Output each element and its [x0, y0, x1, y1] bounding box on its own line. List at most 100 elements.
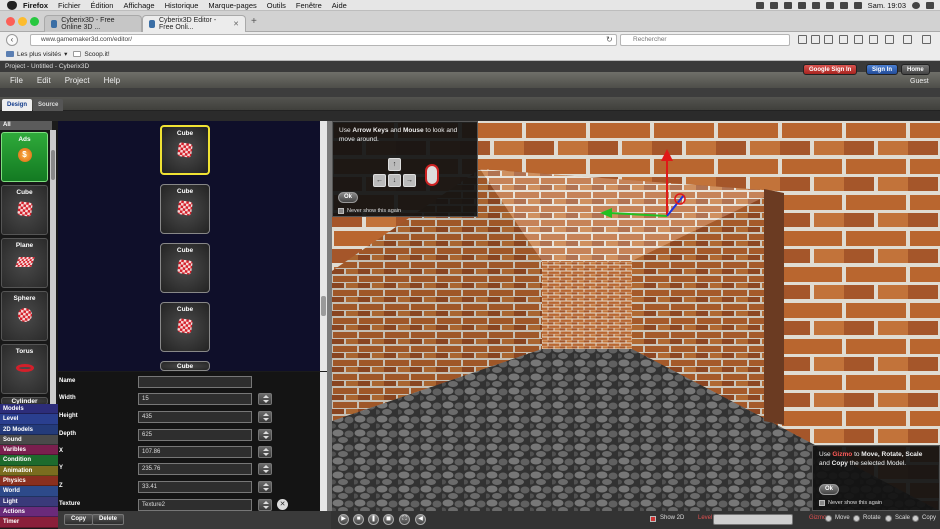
status-icon[interactable]	[783, 1, 792, 9]
clock[interactable]: Sam. 19:03	[868, 1, 906, 10]
gizmo-copy-radio[interactable]	[912, 515, 919, 522]
url-bar[interactable]: www.gamemaker3d.com/editor/	[30, 34, 617, 46]
close-tab-icon[interactable]: ✕	[233, 20, 239, 28]
palette-item-cube[interactable]: Cube	[1, 185, 48, 235]
model-card[interactable]: Cube	[160, 184, 210, 234]
palette-all-label[interactable]: All	[0, 121, 52, 130]
property-width-input[interactable]: 15	[138, 393, 252, 405]
pause-icon[interactable]: ❚	[368, 514, 379, 525]
status-icon[interactable]	[797, 1, 806, 9]
sound-icon[interactable]: ◀	[415, 514, 426, 525]
property-y-input[interactable]: 235.76	[138, 463, 252, 475]
property-depth-input[interactable]: 625	[138, 429, 252, 441]
menu-icon[interactable]	[922, 35, 931, 44]
menu-fichier[interactable]: Fichier	[58, 1, 81, 10]
camera-icon[interactable]: ◼	[383, 514, 394, 525]
tab-source[interactable]: Source	[33, 99, 64, 111]
apple-icon[interactable]	[7, 0, 17, 10]
gizmo-rotate-radio[interactable]	[853, 515, 860, 522]
property-x-input[interactable]: 107.86	[138, 446, 252, 458]
wifi-icon[interactable]	[825, 1, 834, 9]
bookmark-scoopit[interactable]: Scoop.it!	[73, 51, 110, 58]
property-name-input[interactable]	[138, 376, 252, 388]
menu-affichage[interactable]: Affichage	[123, 1, 154, 10]
browser-tab-2[interactable]: Cyberix3D Editor - Free Onli... ✕	[142, 15, 246, 32]
search-icon[interactable]	[912, 1, 920, 9]
palette-scrollbar[interactable]	[50, 130, 56, 405]
tab-design[interactable]: Design	[2, 99, 33, 111]
model-card[interactable]: Cube	[160, 361, 210, 371]
home-icon[interactable]	[839, 35, 848, 44]
bookmark-most-visited[interactable]: Les plus visités ▾	[6, 50, 67, 58]
category-models[interactable]: Models	[0, 404, 58, 415]
category-2d-models[interactable]: 2D Models	[0, 424, 58, 435]
menu-file[interactable]: File	[10, 76, 23, 85]
palette-item-plane[interactable]: Plane	[1, 238, 48, 288]
gizmo-scale-radio[interactable]	[885, 515, 892, 522]
home-button[interactable]: Home	[901, 64, 930, 75]
menu-edit[interactable]: Edit	[37, 76, 51, 85]
property-height-input[interactable]: 435	[138, 411, 252, 423]
never-show-checkbox[interactable]	[338, 208, 344, 214]
zoom-window-icon[interactable]	[30, 17, 39, 26]
palette-item-sphere[interactable]: Sphere	[1, 291, 48, 341]
extension-icon[interactable]	[869, 35, 878, 44]
category-physics[interactable]: Physics	[0, 476, 58, 487]
menu-outils[interactable]: Outils	[267, 1, 286, 10]
menu-app[interactable]: Firefox	[23, 1, 48, 10]
category-sound[interactable]: Sound	[0, 434, 58, 446]
menu-project[interactable]: Project	[65, 76, 90, 85]
chat-icon[interactable]	[903, 35, 912, 44]
category-condition[interactable]: Condition	[0, 455, 58, 466]
texture-browse-button[interactable]	[258, 499, 272, 511]
level-select[interactable]	[713, 514, 793, 525]
never-show-checkbox[interactable]	[819, 500, 825, 506]
extension-icon[interactable]	[885, 35, 894, 44]
palette-item-ads[interactable]: Ads $	[1, 132, 48, 182]
list-icon[interactable]	[926, 1, 934, 9]
scroll-thumb[interactable]	[51, 150, 55, 180]
clear-texture-icon[interactable]: ✕	[277, 499, 288, 510]
model-card[interactable]: Cube	[160, 302, 210, 352]
category-timer[interactable]: Timer	[0, 517, 58, 528]
menu-aide[interactable]: Aide	[332, 1, 347, 10]
menu-edition[interactable]: Édition	[91, 1, 114, 10]
stepper-icon[interactable]	[258, 446, 272, 458]
model-list-scrollbar[interactable]	[320, 121, 327, 371]
new-tab-icon[interactable]: +	[251, 16, 257, 27]
stop-icon[interactable]: ■	[353, 514, 364, 525]
copy-button[interactable]: Copy	[64, 514, 93, 525]
google-sign-in-button[interactable]: Google Sign In	[803, 64, 858, 75]
category-varibles[interactable]: Varibles	[0, 445, 58, 456]
status-icon[interactable]	[769, 1, 778, 9]
close-window-icon[interactable]	[6, 17, 15, 26]
extension-icon[interactable]	[854, 35, 863, 44]
reader-icon[interactable]	[811, 35, 820, 44]
delete-button[interactable]: Delete	[92, 514, 125, 525]
model-card[interactable]: Cube	[160, 125, 210, 175]
battery-icon[interactable]	[853, 1, 862, 9]
volume-icon[interactable]	[839, 1, 848, 9]
scroll-thumb[interactable]	[321, 296, 326, 316]
play-icon[interactable]: ▶	[338, 514, 349, 525]
property-texture-input[interactable]: Texture2	[138, 499, 252, 511]
browser-tab-1[interactable]: Cyberix3D - Free Online 3D ...	[44, 15, 142, 32]
palette-item-torus[interactable]: Torus	[1, 344, 48, 394]
search-input[interactable]: Rechercher	[620, 34, 790, 46]
stepper-icon[interactable]	[258, 463, 272, 475]
menu-fenetre[interactable]: Fenêtre	[296, 1, 322, 10]
property-z-input[interactable]: 33.41	[138, 481, 252, 493]
sign-in-button[interactable]: Sign In	[866, 64, 898, 75]
download-icon[interactable]	[824, 35, 833, 44]
ok-button[interactable]: Ok	[338, 192, 358, 203]
category-level[interactable]: Level	[0, 414, 58, 425]
star-icon[interactable]	[798, 35, 807, 44]
menu-help[interactable]: Help	[104, 76, 120, 85]
dropbox-icon[interactable]	[755, 1, 764, 9]
3d-viewport[interactable]: Use Arrow Keys and Mouse to look and mov…	[332, 121, 940, 511]
properties-scrollbar[interactable]	[320, 372, 327, 511]
stepper-icon[interactable]	[258, 393, 272, 405]
stepper-icon[interactable]	[258, 429, 272, 441]
category-world[interactable]: World	[0, 486, 58, 497]
status-icon[interactable]	[811, 1, 820, 9]
